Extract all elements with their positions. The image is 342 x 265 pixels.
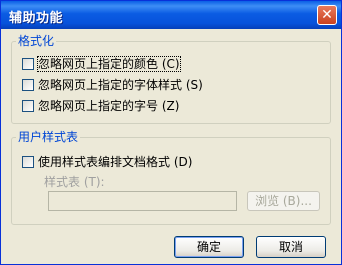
close-icon: ✕ (321, 7, 333, 23)
use-stylesheet-checkbox[interactable] (22, 155, 34, 168)
ignore-colors-option[interactable]: 忽略网页上指定的颜色 (C) (22, 55, 181, 72)
use-stylesheet-option[interactable]: 使用样式表编排文档格式 (D) (22, 153, 192, 169)
title-bar[interactable]: 辅助功能 ✕ (1, 1, 341, 29)
user-stylesheet-group-legend: 用户样式表 (18, 130, 79, 144)
ignore-font-styles-option[interactable]: 忽略网页上指定的字体样式 (S) (22, 76, 203, 92)
stylesheet-field-label: 样式表 (T): (44, 175, 105, 189)
close-button[interactable]: ✕ (317, 5, 337, 25)
use-stylesheet-label[interactable]: 使用样式表编排文档格式 (D) (38, 155, 192, 169)
stylesheet-path-input[interactable] (48, 191, 237, 211)
browse-button[interactable]: 浏览 (B)... (247, 191, 320, 211)
ignore-colors-label[interactable]: 忽略网页上指定的颜色 (C) (37, 56, 181, 72)
ignore-font-styles-checkbox[interactable] (22, 78, 34, 91)
ignore-font-sizes-label[interactable]: 忽略网页上指定的字号 (Z) (38, 99, 179, 113)
ignore-colors-checkbox[interactable] (22, 57, 34, 70)
ignore-font-sizes-checkbox[interactable] (22, 99, 34, 112)
cancel-button[interactable]: 取消 (256, 236, 326, 258)
accessibility-dialog: 辅助功能 ✕ 格式化 忽略网页上指定的颜色 (C) 忽略网页上指定的字体样式 (… (0, 0, 342, 265)
window-title: 辅助功能 (9, 11, 64, 26)
ok-button[interactable]: 确定 (174, 236, 244, 258)
ignore-font-styles-label[interactable]: 忽略网页上指定的字体样式 (S) (38, 78, 203, 92)
formatting-group-legend: 格式化 (18, 34, 55, 48)
ignore-font-sizes-option[interactable]: 忽略网页上指定的字号 (Z) (22, 97, 179, 113)
dialog-body: 格式化 忽略网页上指定的颜色 (C) 忽略网页上指定的字体样式 (S) 忽略网页… (4, 29, 338, 262)
